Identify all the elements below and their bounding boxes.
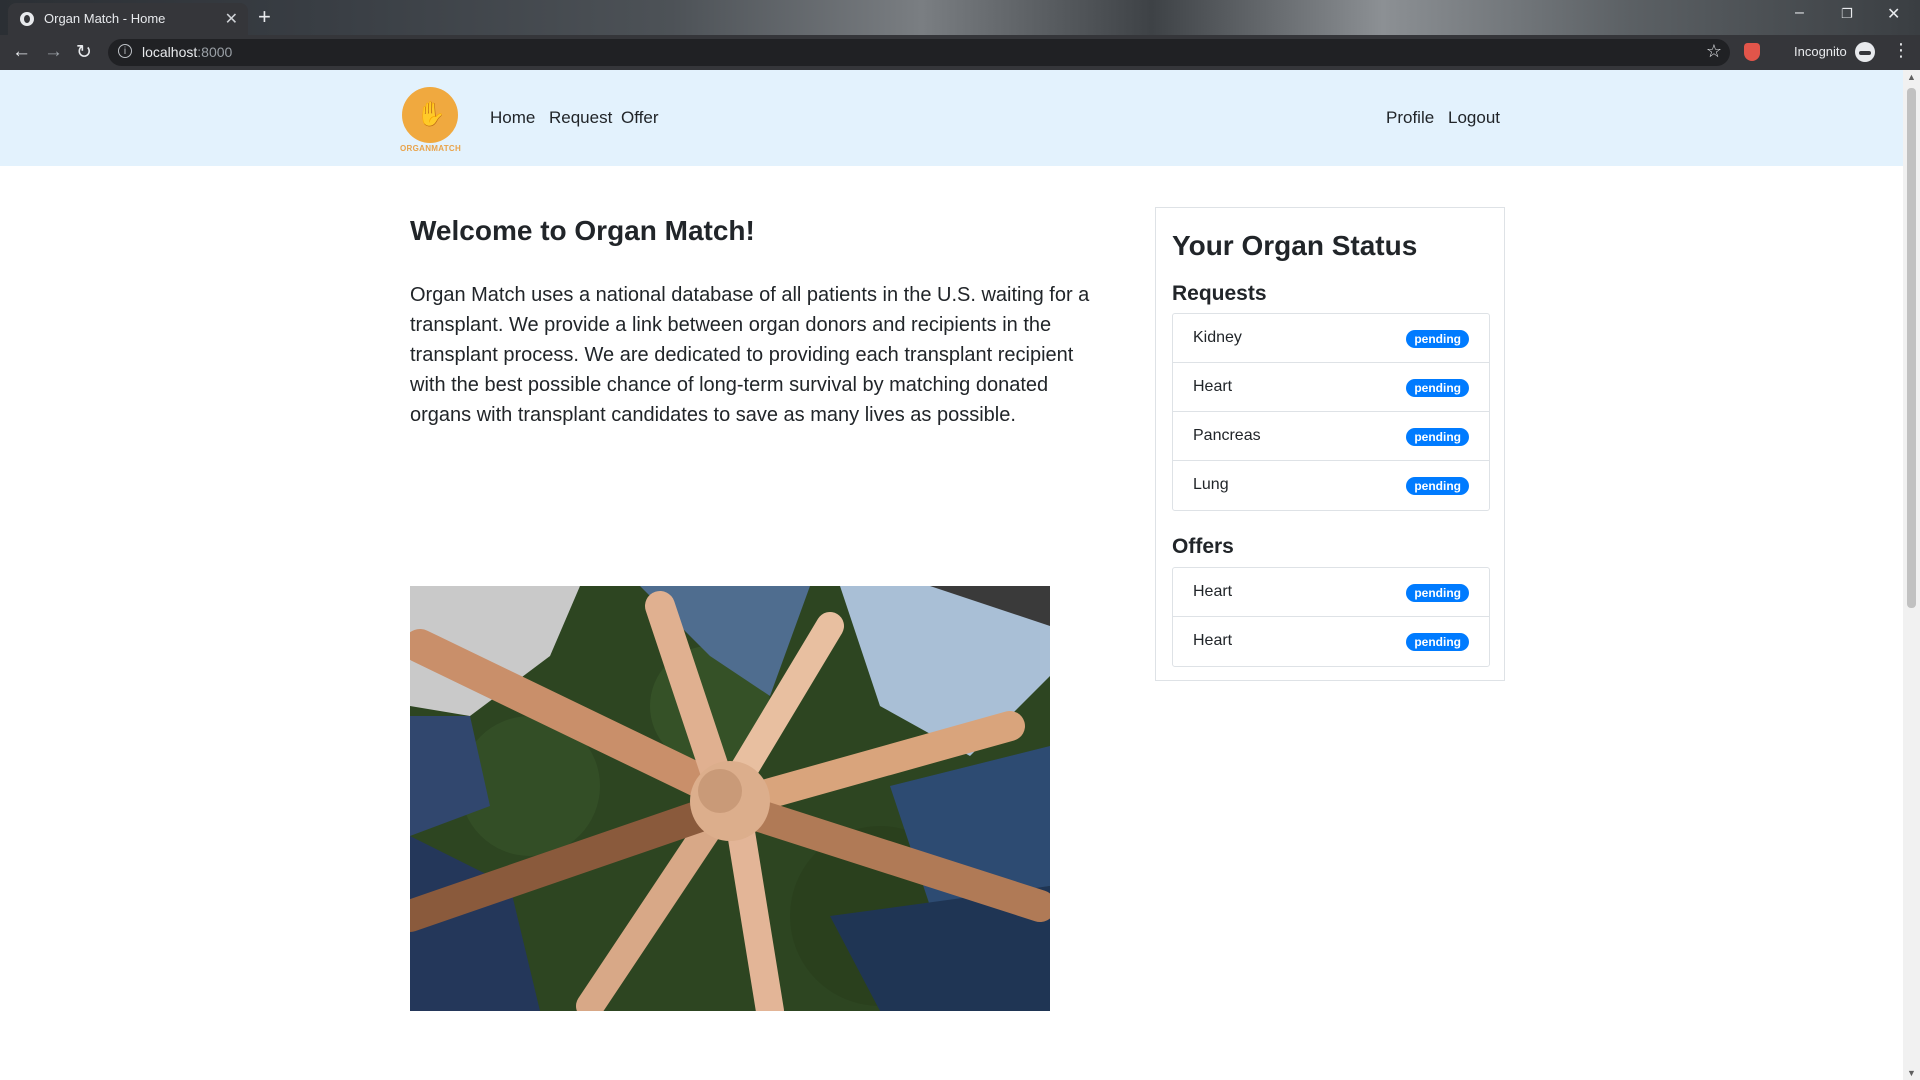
close-window-icon[interactable]: ✕ xyxy=(1887,4,1900,24)
organmatch-logo[interactable]: ✋ xyxy=(402,87,458,143)
scroll-up-icon[interactable]: ▲ xyxy=(1907,72,1916,82)
card-title: Your Organ Status xyxy=(1172,230,1418,261)
organ-label: Heart xyxy=(1193,632,1233,649)
organ-status-card: Your Organ Status Requests Kidney pendin… xyxy=(1155,207,1505,681)
logo-text: ORGANMATCH xyxy=(400,144,462,153)
intro-paragraph: Organ Match uses a national database of … xyxy=(410,284,1090,426)
page-viewport: ✋ ORGANMATCH Home Request Offer Profile … xyxy=(0,70,1903,1080)
nav-profile[interactable]: Profile xyxy=(1386,108,1434,128)
requests-list: Kidney pending Heart pending Pancreas pe… xyxy=(1172,313,1490,511)
forward-icon[interactable]: → xyxy=(44,41,63,63)
organ-label: Kidney xyxy=(1193,329,1242,346)
list-item[interactable]: Kidney pending xyxy=(1173,314,1489,363)
organ-label: Lung xyxy=(1193,476,1229,493)
restore-icon[interactable]: ❐ xyxy=(1841,6,1853,22)
status-badge: pending xyxy=(1406,379,1469,397)
minimize-icon[interactable]: – xyxy=(1795,4,1804,22)
status-badge: pending xyxy=(1406,477,1469,495)
list-item[interactable]: Lung pending xyxy=(1173,461,1489,510)
status-badge: pending xyxy=(1406,330,1469,348)
close-tab-icon[interactable]: ✕ xyxy=(225,9,238,29)
requests-title: Requests xyxy=(1172,282,1267,305)
organ-label: Pancreas xyxy=(1193,427,1261,444)
status-badge: pending xyxy=(1406,428,1469,446)
reload-icon[interactable]: ↻ xyxy=(76,41,92,64)
organ-label: Heart xyxy=(1193,378,1233,395)
back-icon[interactable]: ← xyxy=(12,41,31,63)
nav-offer[interactable]: Offer xyxy=(621,108,658,128)
organ-label: Heart xyxy=(1193,583,1233,600)
list-item[interactable]: Pancreas pending xyxy=(1173,412,1489,461)
scroll-thumb[interactable] xyxy=(1907,88,1916,608)
site-navbar: ✋ ORGANMATCH Home Request Offer Profile … xyxy=(0,70,1903,166)
nav-home[interactable]: Home xyxy=(490,108,535,128)
extension-shield-icon[interactable] xyxy=(1744,43,1760,61)
list-item[interactable]: Heart pending xyxy=(1173,568,1489,617)
scroll-down-icon[interactable]: ▼ xyxy=(1907,1068,1916,1078)
nav-request[interactable]: Request xyxy=(549,108,612,128)
incognito-label: Incognito xyxy=(1794,44,1847,59)
browser-toolbar: ← → ↻ i localhost:8000 ☆ xyxy=(0,35,1920,70)
offers-title: Offers xyxy=(1172,535,1234,558)
site-info-icon[interactable]: i xyxy=(118,44,132,58)
list-item[interactable]: Heart pending xyxy=(1173,363,1489,412)
status-badge: pending xyxy=(1406,584,1469,602)
list-item[interactable]: Heart pending xyxy=(1173,617,1489,666)
offers-list: Heart pending Heart pending xyxy=(1172,567,1490,667)
nav-logout[interactable]: Logout xyxy=(1448,108,1500,128)
url-text: localhost:8000 xyxy=(142,44,233,60)
hands-icon: ✋ xyxy=(416,101,446,128)
welcome-heading: Welcome to Organ Match! xyxy=(410,215,755,246)
browser-tab[interactable]: Organ Match - Home ✕ xyxy=(8,3,248,35)
page-scrollbar[interactable]: ▲ ▼ xyxy=(1903,70,1920,1080)
browser-tab-strip: Organ Match - Home ✕ + – ❐ ✕ xyxy=(0,0,1920,35)
status-badge: pending xyxy=(1406,633,1469,651)
incognito-icon[interactable] xyxy=(1855,42,1875,62)
favicon-icon xyxy=(20,12,34,26)
address-bar[interactable]: i localhost:8000 ☆ xyxy=(108,39,1730,66)
tab-title: Organ Match - Home xyxy=(44,11,166,26)
browser-menu-icon[interactable]: ⋮ xyxy=(1892,40,1910,61)
bookmark-star-icon[interactable]: ☆ xyxy=(1706,41,1722,62)
community-hands-photo xyxy=(410,586,1050,1011)
new-tab-button[interactable]: + xyxy=(258,4,271,30)
